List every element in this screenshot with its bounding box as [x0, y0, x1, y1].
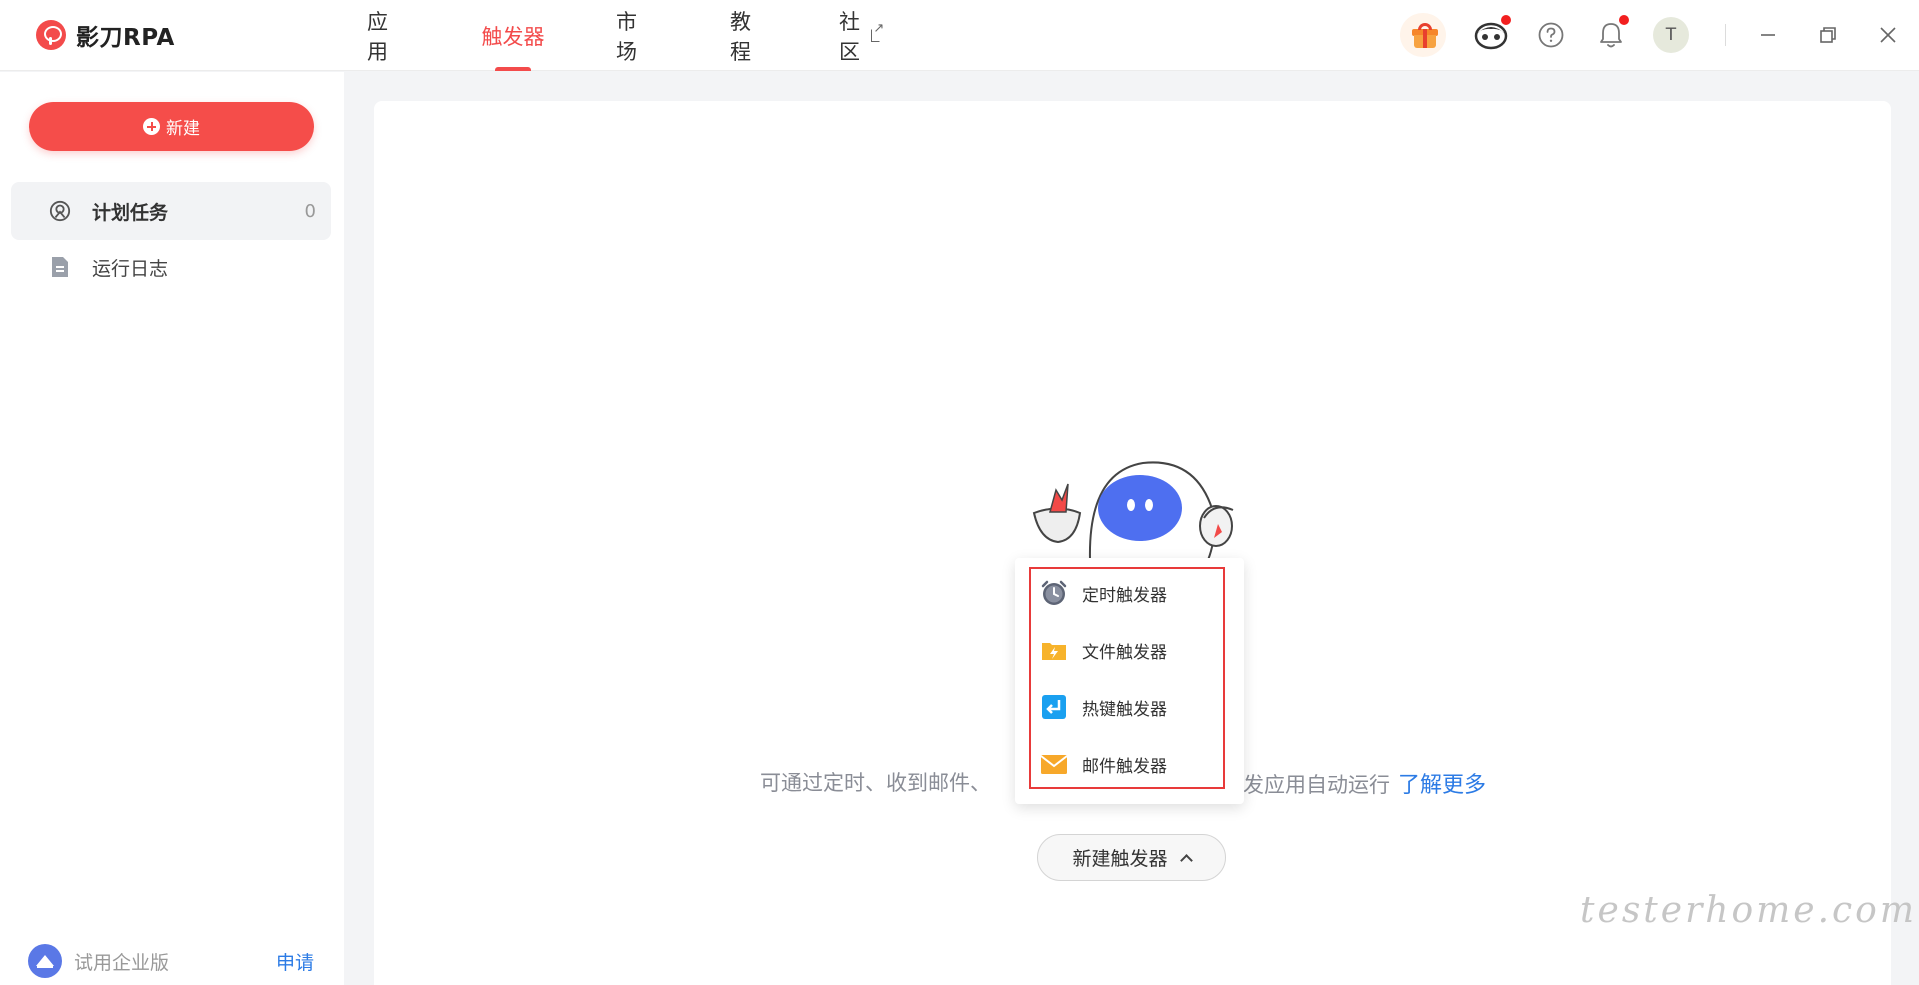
- enterprise-trial: 试用企业版 申请: [28, 941, 318, 981]
- notifications-button[interactable]: [1592, 15, 1630, 54]
- gift-button[interactable]: [1400, 13, 1446, 57]
- sidebar-item-label: 计划任务: [92, 201, 169, 224]
- gift-icon: [1412, 23, 1438, 48]
- assistant-button[interactable]: [1472, 15, 1511, 54]
- sidebar-item-run-log[interactable]: 运行日志: [11, 238, 331, 296]
- bell-icon: [1600, 23, 1622, 48]
- top-bar: 影刀RPA 应用 触发器 市场 教程 社区 ↗ T: [0, 0, 1919, 71]
- restore-icon: [1820, 27, 1836, 43]
- nav-tab-tutorials[interactable]: 教程: [730, 0, 751, 71]
- new-button[interactable]: 新建: [29, 102, 314, 151]
- minimize-button[interactable]: [1749, 16, 1787, 54]
- sidebar: 新建 计划任务 0 运行日志 试用企业版 申请: [0, 72, 344, 985]
- notification-badge: [1619, 15, 1629, 25]
- crown-icon: [28, 944, 62, 978]
- app-name: 影刀RPA: [76, 25, 175, 51]
- nav-tab-market[interactable]: 市场: [616, 0, 637, 71]
- nav-tab-apps[interactable]: 应用: [367, 0, 388, 71]
- help-icon: [1538, 22, 1564, 48]
- apply-link[interactable]: 申请: [276, 948, 314, 975]
- sidebar-item-scheduled-tasks[interactable]: 计划任务 0: [11, 182, 331, 240]
- nav-tab-triggers[interactable]: 触发器: [481, 0, 545, 71]
- document-icon: [49, 256, 71, 278]
- close-button[interactable]: [1869, 16, 1907, 54]
- learn-more-link[interactable]: 了解更多: [1398, 773, 1486, 798]
- plus-circle-icon: [143, 118, 160, 135]
- robot-illustration-icon: [1032, 461, 1234, 560]
- chevron-up-icon: [1179, 853, 1193, 867]
- app-logo[interactable]: 影刀RPA: [36, 18, 175, 52]
- topbar-divider: [1725, 24, 1726, 46]
- task-count: 0: [304, 200, 316, 222]
- empty-state-description: 可通过定时、收到邮件、: [760, 771, 991, 795]
- maximize-button[interactable]: [1809, 16, 1847, 54]
- highlight-box: [1029, 567, 1225, 789]
- empty-state-description-suffix: 发应用自动运行 了解更多: [1243, 773, 1487, 798]
- logo-icon: [36, 20, 66, 50]
- external-link-icon: [871, 21, 884, 42]
- new-trigger-button[interactable]: 新建触发器: [1037, 834, 1226, 881]
- avatar: T: [1653, 17, 1689, 53]
- assistant-badge: [1501, 15, 1511, 25]
- close-icon: [1880, 27, 1896, 43]
- user-avatar-button[interactable]: T: [1652, 16, 1690, 54]
- watermark-text: testerhome.com: [1580, 890, 1917, 931]
- help-button[interactable]: [1532, 16, 1570, 54]
- radar-icon: [49, 200, 71, 222]
- sidebar-item-label: 运行日志: [92, 257, 169, 280]
- nav-tab-community[interactable]: 社区: [839, 0, 884, 71]
- minimize-icon: [1761, 34, 1775, 36]
- trial-label: 试用企业版: [74, 951, 170, 974]
